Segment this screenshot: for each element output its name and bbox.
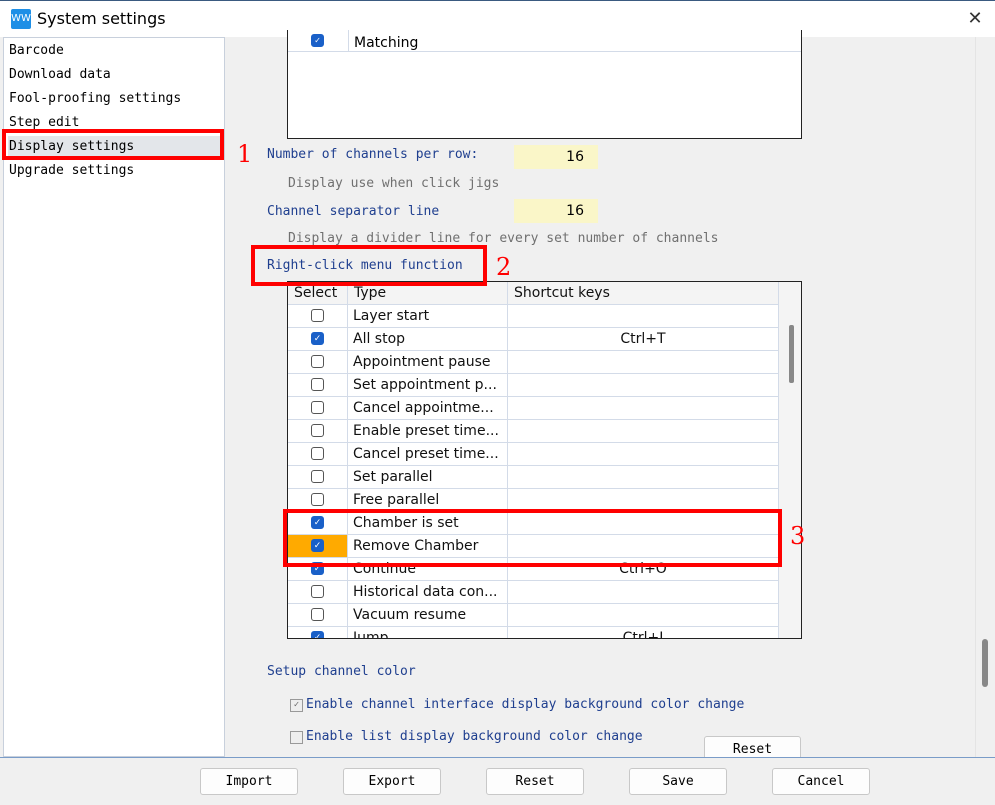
sidebar-item-fool-proofing-settings[interactable]: Fool-proofing settings [8, 88, 222, 110]
select-cell [288, 581, 348, 603]
row-checkbox[interactable] [311, 493, 324, 506]
list-display-checkbox[interactable] [290, 731, 303, 744]
type-cell: Vacuum resume [348, 604, 508, 626]
annotation-3: 3 [790, 522, 806, 550]
channel-color-label: Setup channel color [267, 664, 416, 679]
sidebar-item-download-data[interactable]: Download data [8, 64, 222, 86]
row-checkbox[interactable] [311, 470, 324, 483]
separator-label: Channel separator line [267, 204, 440, 219]
right-click-table: Select Type Shortcut keys Layer start ✓ … [287, 281, 802, 639]
row-checkbox[interactable] [311, 309, 324, 322]
row-checkbox[interactable]: ✓ [311, 631, 324, 638]
select-cell [288, 305, 348, 327]
channel-interface-option: Enable channel interface display backgro… [306, 697, 745, 712]
matching-checkbox[interactable]: ✓ [311, 34, 324, 47]
row-checkbox[interactable] [311, 355, 324, 368]
type-cell: All stop [348, 328, 508, 350]
shortcut-cell [508, 489, 779, 511]
separator-hint: Display a divider line for every set num… [288, 231, 719, 246]
select-cell [288, 420, 348, 442]
table-row[interactable]: ✓ Jump Ctrl+J [288, 627, 779, 638]
app-waveform-icon: WW [11, 9, 31, 29]
separator-input[interactable]: 16 [514, 199, 598, 223]
shortcut-cell [508, 374, 779, 396]
save-button[interactable]: Save [629, 768, 727, 795]
type-cell: Enable preset time... [348, 420, 508, 442]
table-row[interactable]: Cancel preset time... [288, 443, 779, 466]
select-cell [288, 466, 348, 488]
close-icon[interactable]: ✕ [962, 7, 988, 31]
import-button[interactable]: Import [200, 768, 298, 795]
row-checkbox[interactable] [311, 378, 324, 391]
select-cell [288, 443, 348, 465]
select-cell [288, 374, 348, 396]
table-scrollbar[interactable] [779, 282, 801, 638]
row-checkbox[interactable] [311, 608, 324, 621]
type-cell: Jump [348, 627, 508, 638]
type-cell: Set parallel [348, 466, 508, 488]
shortcut-cell: Ctrl+T [508, 328, 779, 350]
row-checkbox[interactable]: ✓ [311, 332, 324, 345]
list-display-option: Enable list display background color cha… [306, 729, 643, 744]
window-title: System settings [37, 9, 166, 28]
annotation-box-2 [251, 245, 487, 286]
annotation-box-3 [283, 509, 782, 567]
type-cell: Cancel preset time... [348, 443, 508, 465]
table-scrollbar-thumb[interactable] [789, 325, 794, 383]
type-cell: Set appointment p... [348, 374, 508, 396]
type-cell: Layer start [348, 305, 508, 327]
type-cell: Free parallel [348, 489, 508, 511]
row-checkbox[interactable] [311, 585, 324, 598]
top-list: ✓ Matching [287, 30, 802, 139]
export-button[interactable]: Export [343, 768, 441, 795]
list-row: ✓ Matching [288, 30, 801, 52]
shortcut-cell [508, 305, 779, 327]
cancel-button[interactable]: Cancel [772, 768, 870, 795]
table-row[interactable]: Vacuum resume [288, 604, 779, 627]
channels-per-row-label: Number of channels per row: [267, 147, 479, 162]
row-checkbox[interactable] [311, 424, 324, 437]
type-cell: Historical data con... [348, 581, 508, 603]
annotation-1: 1 [237, 140, 253, 168]
sidebar-item-upgrade-settings[interactable]: Upgrade settings [8, 160, 222, 182]
annotation-box-1 [2, 129, 224, 160]
shortcut-cell [508, 397, 779, 419]
shortcut-cell [508, 466, 779, 488]
row-checkbox[interactable] [311, 401, 324, 414]
shortcut-cell: Ctrl+J [508, 627, 779, 638]
select-cell: ✓ [288, 627, 348, 638]
table-row[interactable]: Appointment pause [288, 351, 779, 374]
table-row[interactable]: Enable preset time... [288, 420, 779, 443]
annotation-2: 2 [496, 253, 512, 281]
table-row[interactable]: Set parallel [288, 466, 779, 489]
type-cell: Matching [348, 30, 418, 52]
shortcut-cell [508, 581, 779, 603]
type-cell: Cancel appointme... [348, 397, 508, 419]
row-checkbox[interactable] [311, 447, 324, 460]
channels-per-row-input[interactable]: 16 [514, 145, 598, 169]
shortcut-cell [508, 351, 779, 373]
table-row[interactable]: Cancel appointme... [288, 397, 779, 420]
main-scrollbar[interactable] [975, 37, 995, 757]
select-cell: ✓ [288, 328, 348, 350]
table-row[interactable]: Set appointment p... [288, 374, 779, 397]
select-cell [288, 397, 348, 419]
shortcut-cell [508, 420, 779, 442]
header-shortcut: Shortcut keys [508, 282, 779, 305]
type-cell: Appointment pause [348, 351, 508, 373]
shortcut-cell [508, 443, 779, 465]
select-cell [288, 351, 348, 373]
select-cell [288, 489, 348, 511]
sidebar-item-barcode[interactable]: Barcode [8, 40, 222, 62]
shortcut-cell [508, 604, 779, 626]
table-row[interactable]: Historical data con... [288, 581, 779, 604]
channels-per-row-hint: Display use when click jigs [288, 176, 500, 191]
table-row[interactable]: Layer start [288, 305, 779, 328]
table-row[interactable]: ✓ All stop Ctrl+T [288, 328, 779, 351]
channel-interface-checkbox[interactable]: ✓ [290, 699, 303, 712]
reset-button[interactable]: Reset [486, 768, 584, 795]
select-cell [288, 604, 348, 626]
main-scrollbar-thumb[interactable] [982, 639, 988, 687]
